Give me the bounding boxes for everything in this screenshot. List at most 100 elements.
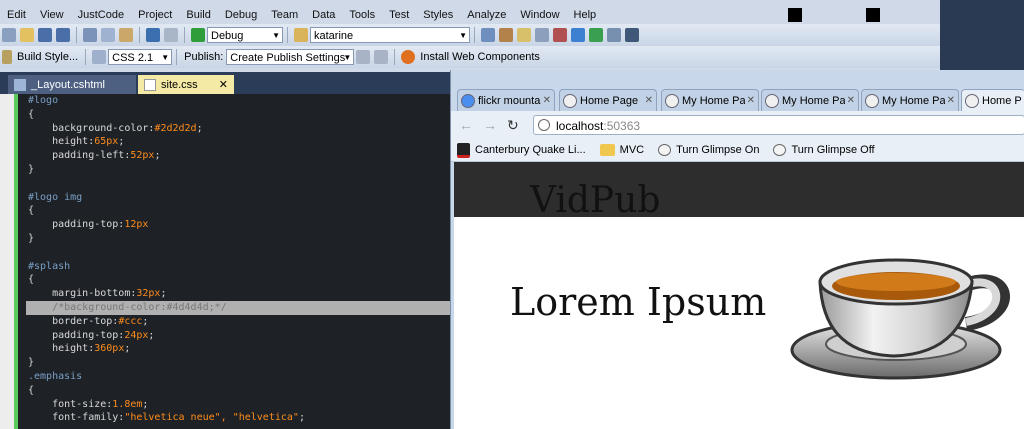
solution-config-select[interactable]: Debug ▼ <box>207 27 283 43</box>
close-tab-icon[interactable]: ✕ <box>543 95 551 106</box>
build-style-button[interactable]: Build Style... <box>17 51 78 63</box>
document-tabs: _Layout.cshtml site.css ✕ <box>0 72 450 94</box>
browser-tab-title: My Home Pa <box>682 94 745 107</box>
bookmarks-bar: Canterbury Quake Li... MVC Turn Glimpse … <box>451 139 1024 162</box>
menu-tools[interactable]: Tools <box>342 9 382 21</box>
url-port: :50363 <box>603 119 641 133</box>
properties-icon[interactable] <box>499 28 513 42</box>
reload-icon[interactable]: ↻ <box>507 117 519 134</box>
menu-build[interactable]: Build <box>179 9 217 21</box>
new-project-icon[interactable] <box>2 28 16 42</box>
menu-view[interactable]: View <box>33 9 71 21</box>
publish-web-icon[interactable] <box>374 50 389 64</box>
save-all-icon[interactable] <box>56 28 70 42</box>
close-tab-icon[interactable]: ✕ <box>219 78 228 91</box>
undo-icon[interactable] <box>146 28 160 42</box>
browser-tab-title: My Home Pa <box>782 94 845 107</box>
find-in-files-icon[interactable] <box>294 28 308 42</box>
command-window-icon[interactable] <box>625 28 639 42</box>
menu-test[interactable]: Test <box>382 9 416 21</box>
tab-site-css[interactable]: site.css ✕ <box>138 75 234 94</box>
back-arrow-icon[interactable]: ← <box>459 117 473 133</box>
code-line: } <box>28 232 35 244</box>
menu-data[interactable]: Data <box>305 9 342 21</box>
save-icon[interactable] <box>38 28 52 42</box>
menu-team[interactable]: Team <box>264 9 305 21</box>
change-tracking-bar <box>14 94 18 429</box>
server-explorer-icon[interactable] <box>571 28 585 42</box>
open-file-icon[interactable] <box>20 28 34 42</box>
bookmark-canterbury-quake[interactable]: Canterbury Quake Li... <box>457 142 586 158</box>
bookmark-turn-glimpse-off[interactable]: Turn Glimpse Off <box>773 144 875 156</box>
bookmark-turn-glimpse-on[interactable]: Turn Glimpse On <box>658 144 759 156</box>
browser-tab-my-home-page[interactable]: My Home Pa ✕ <box>761 89 859 111</box>
paste-icon[interactable] <box>119 28 133 42</box>
code-line: #splash <box>28 260 71 272</box>
close-tab-icon[interactable]: ✕ <box>947 95 955 106</box>
code-line: { <box>28 205 35 217</box>
close-tab-icon[interactable]: ✕ <box>645 95 653 106</box>
browser-tab-my-home-page[interactable]: My Home Pa ✕ <box>661 89 759 111</box>
code-line: } <box>28 357 35 369</box>
code-line: } <box>28 163 35 175</box>
address-bar[interactable]: localhost:50363 <box>533 115 1024 135</box>
globe-favicon-icon <box>658 144 672 156</box>
publish-label: Publish: <box>184 51 224 63</box>
menu-window[interactable]: Window <box>513 9 566 21</box>
globe-favicon-icon <box>765 93 779 108</box>
find-combo[interactable]: katarine ▼ <box>310 27 470 43</box>
site-logo[interactable]: VidPub <box>530 180 660 221</box>
code-line: /*background-color:#4d4d4d;*/ <box>26 300 450 315</box>
copy-icon[interactable] <box>101 28 115 42</box>
menu-help[interactable]: Help <box>567 9 604 21</box>
code-line: { <box>28 384 35 396</box>
web-toolbar: Build Style... CSS 2.1 ▼ Publish: Create … <box>0 46 940 68</box>
publish-settings-icon[interactable] <box>356 50 371 64</box>
publish-profile-select[interactable]: Create Publish Settings ▼ <box>226 49 355 65</box>
browser-window: flickr mounta ✕ Home Page ✕ My Home Pa ✕ My… <box>450 70 1024 429</box>
css-version-select[interactable]: CSS 2.1 ▼ <box>108 49 173 65</box>
start-page-icon[interactable] <box>589 28 603 42</box>
extension-manager-icon[interactable] <box>607 28 621 42</box>
object-browser-icon[interactable] <box>517 28 531 42</box>
toolbox-icon[interactable] <box>535 28 549 42</box>
browser-toolbar: ← → ↻ localhost:50363 <box>451 111 1024 139</box>
menu-edit[interactable]: Edit <box>0 9 33 21</box>
bookmark-label: MVC <box>619 144 645 156</box>
page-globe-icon <box>538 119 550 131</box>
url-host: localhost <box>556 119 604 133</box>
menu-styles[interactable]: Styles <box>416 9 460 21</box>
code-line: font-family:"helvetica neue", "helvetica… <box>28 412 305 424</box>
install-web-icon <box>401 50 416 64</box>
redo-icon[interactable] <box>164 28 178 42</box>
redaction-block <box>788 8 802 22</box>
menu-analyze[interactable]: Analyze <box>460 9 513 21</box>
cut-icon[interactable] <box>83 28 97 42</box>
redaction-block <box>866 8 880 22</box>
solution-explorer-icon[interactable] <box>481 28 495 42</box>
menu-project[interactable]: Project <box>131 9 179 21</box>
browser-tab-flickr[interactable]: flickr mounta ✕ <box>457 89 555 111</box>
forward-arrow-icon[interactable]: → <box>483 117 497 133</box>
menu-debug[interactable]: Debug <box>218 9 264 21</box>
close-tab-icon[interactable]: ✕ <box>747 95 755 106</box>
browser-tab-home-page[interactable]: Home Page ✕ <box>559 89 657 111</box>
code-editor[interactable]: #logo { background-color:#2d2d2d; height:… <box>0 94 450 429</box>
tools-icon[interactable] <box>553 28 567 42</box>
css-properties-icon[interactable] <box>92 50 107 64</box>
browser-tab-home-page-active[interactable]: Home Pa <box>961 89 1024 111</box>
browser-tab-title: Home Pa <box>982 94 1022 107</box>
tab-layout-cshtml[interactable]: _Layout.cshtml <box>8 75 136 94</box>
close-tab-icon[interactable]: ✕ <box>847 95 855 106</box>
code-line: border-top:#ccc; <box>28 315 149 327</box>
start-debug-icon[interactable] <box>191 28 205 42</box>
menu-justcode[interactable]: JustCode <box>71 9 131 21</box>
install-web-components-button[interactable]: Install Web Components <box>420 51 540 63</box>
bookmark-mvc[interactable]: MVC <box>599 144 645 156</box>
google-favicon-icon <box>461 93 475 108</box>
browser-tab-title: flickr mounta <box>478 94 541 107</box>
folder-icon <box>599 144 615 156</box>
browser-tab-my-home-page[interactable]: My Home Pa ✕ <box>861 89 959 111</box>
